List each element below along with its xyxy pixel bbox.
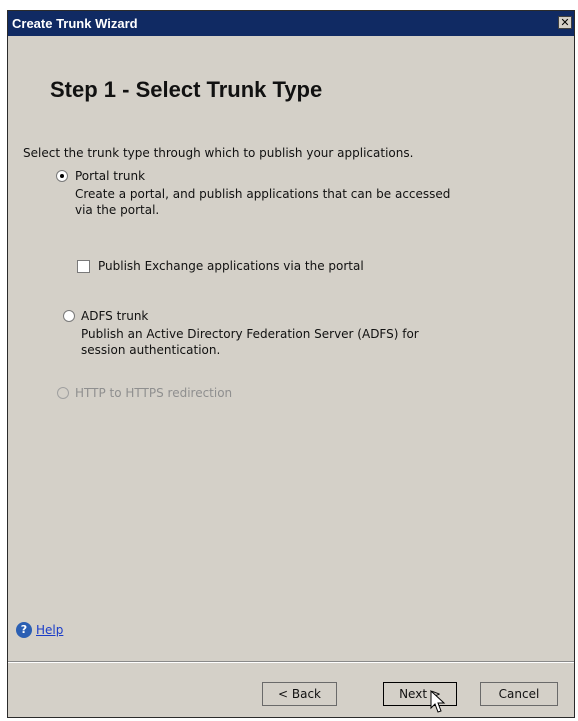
portal-trunk-desc-line1: Create a portal, and publish application… bbox=[75, 187, 451, 201]
close-button[interactable]: ✕ bbox=[558, 16, 572, 29]
portal-trunk-description: Create a portal, and publish application… bbox=[75, 186, 450, 218]
publish-exchange-label[interactable]: Publish Exchange applications via the po… bbox=[98, 259, 364, 273]
adfs-trunk-label[interactable]: ADFS trunk bbox=[81, 309, 148, 323]
title-bar: Create Trunk Wizard ✕ bbox=[8, 11, 574, 36]
help-link[interactable]: Help bbox=[36, 623, 63, 637]
portal-trunk-label[interactable]: Portal trunk bbox=[75, 169, 145, 183]
wizard-content: Step 1 - Select Trunk Type Select the tr… bbox=[9, 36, 573, 661]
http-redirect-radio bbox=[57, 387, 69, 399]
adfs-trunk-desc-line1: Publish an Active Directory Federation S… bbox=[81, 327, 419, 341]
adfs-trunk-description: Publish an Active Directory Federation S… bbox=[81, 326, 419, 358]
adfs-trunk-desc-line2: session authentication. bbox=[81, 343, 221, 357]
instructions-text: Select the trunk type through which to p… bbox=[23, 146, 414, 160]
close-icon: ✕ bbox=[560, 16, 570, 29]
publish-exchange-checkbox[interactable] bbox=[77, 260, 90, 273]
page-title: Step 1 - Select Trunk Type bbox=[50, 77, 323, 102]
window-title: Create Trunk Wizard bbox=[12, 16, 138, 31]
portal-trunk-desc-line2: via the portal. bbox=[75, 203, 160, 217]
http-redirect-label: HTTP to HTTPS redirection bbox=[75, 386, 233, 400]
mouse-cursor-icon bbox=[430, 690, 446, 713]
help-icon[interactable]: ? bbox=[16, 622, 32, 638]
footer-divider bbox=[8, 661, 574, 663]
portal-trunk-radio[interactable] bbox=[56, 170, 68, 182]
cancel-button[interactable]: Cancel bbox=[480, 682, 558, 706]
wizard-window: Create Trunk Wizard ✕ Step 1 - Select Tr… bbox=[7, 10, 575, 718]
adfs-trunk-radio[interactable] bbox=[63, 310, 75, 322]
back-button[interactable]: < Back bbox=[262, 682, 337, 706]
